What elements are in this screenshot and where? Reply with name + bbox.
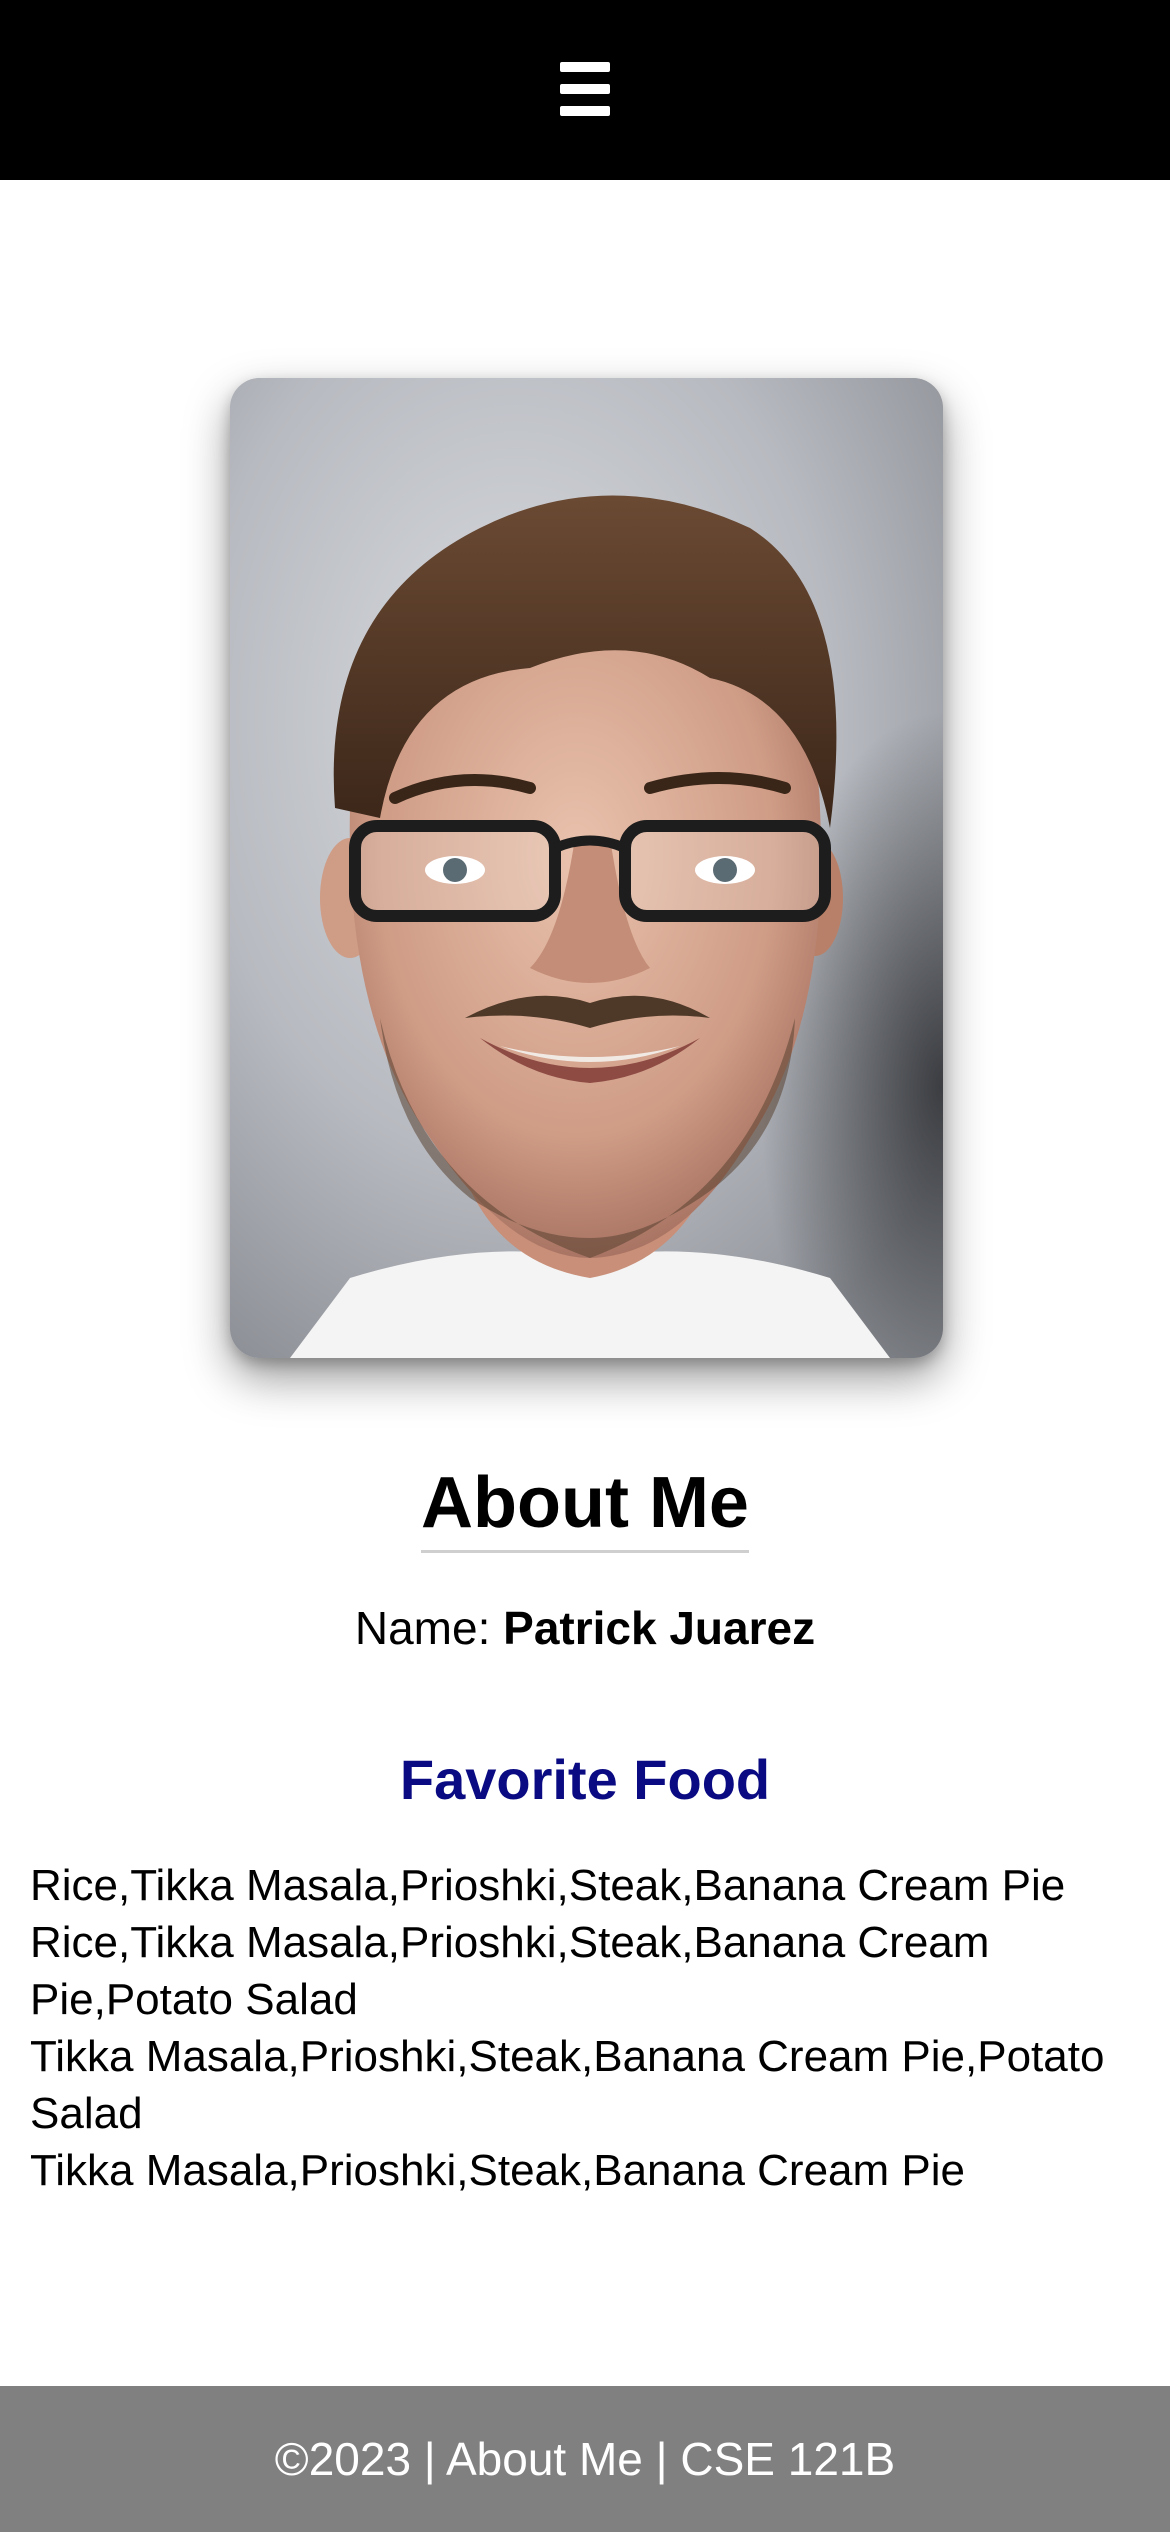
about-title: About Me [0,1458,1170,1553]
about-title-text: About Me [421,1458,749,1553]
favorite-food-list: Rice,Tikka Masala,Prioshki,Steak,Banana … [30,1857,1150,2199]
favorite-food-title: Favorite Food [399,1748,771,1811]
profile-photo [230,378,943,1358]
top-nav-bar [0,0,1170,180]
food-line: Rice,Tikka Masala,Prioshki,Steak,Banana … [30,1861,1066,1910]
name-line: Name: Patrick Juarez [0,1598,1170,1658]
footer: ©2023 | About Me | CSE 121B [0,2386,1170,2532]
hamburger-menu-button[interactable] [550,58,620,120]
footer-text: ©2023 | About Me | CSE 121B [274,2433,896,2485]
name-label: Name: [354,1602,491,1654]
name-value: Patrick Juarez [503,1602,816,1654]
food-line: Tikka Masala,Prioshki,Steak,Banana Cream… [30,2146,965,2195]
food-line: Rice,Tikka Masala,Prioshki,Steak,Banana … [30,1918,990,2024]
hamburger-menu-icon [560,62,610,72]
food-line: Tikka Masala,Prioshki,Steak,Banana Cream… [30,2032,1105,2138]
